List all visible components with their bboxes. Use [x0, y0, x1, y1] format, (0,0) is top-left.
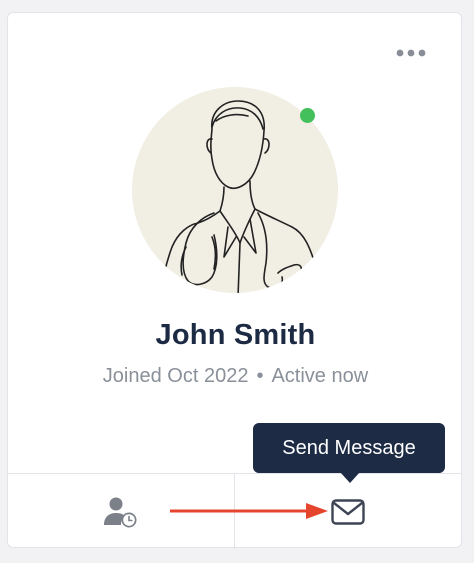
pointer-arrow [170, 503, 328, 519]
activity-status: Active now [271, 365, 369, 387]
tooltip-arrow [340, 472, 360, 483]
profile-meta: Joined Oct 2022 • Active now [8, 365, 463, 388]
joined-date: Joined Oct 2022 [102, 365, 249, 387]
meta-separator: • [256, 365, 264, 387]
user-clock-icon [104, 497, 137, 527]
send-message-tooltip: Send Message [253, 423, 445, 473]
profile-card: John Smith Joined Oct 2022 • Active now Se… [7, 12, 463, 549]
more-options-button[interactable] [393, 43, 429, 63]
mail-icon [331, 498, 365, 525]
profile-name: John Smith [155, 319, 316, 351]
online-status-dot [300, 108, 315, 123]
avatar-container [132, 87, 338, 293]
more-horizontal-icon [396, 49, 426, 57]
